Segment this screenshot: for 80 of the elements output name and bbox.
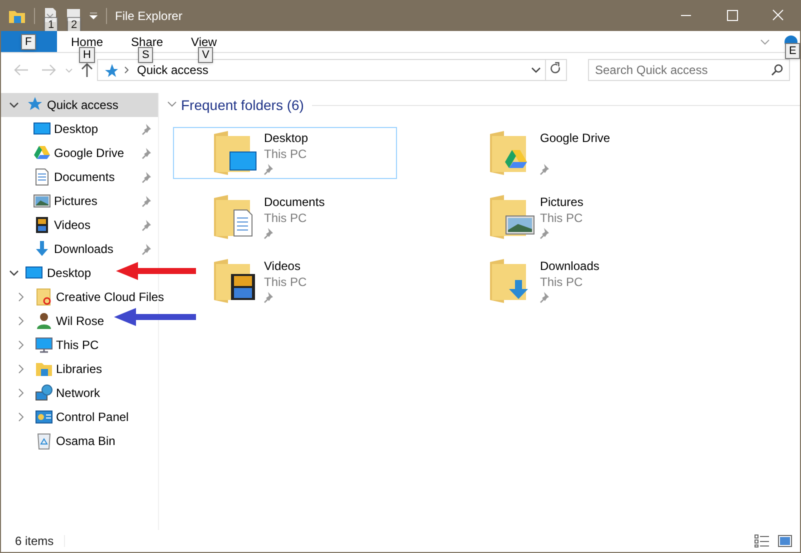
folder-tile[interactable]: Pictures This PC [449,191,673,243]
folder-name: Desktop [264,130,308,146]
folder-tile[interactable]: Desktop This PC [173,127,397,179]
computer-icon [35,336,53,354]
nav-item[interactable]: Documents [1,165,158,189]
folder-location: This PC [264,274,307,290]
folder-location: This PC [264,146,308,162]
nav-item[interactable]: Google Drive [1,141,158,165]
chevron-right-icon[interactable] [17,340,25,350]
nav-item[interactable]: Control Panel [1,405,133,429]
document-icon [33,168,51,186]
folder-location: This PC [540,274,584,290]
folder-tile[interactable]: Documents This PC [173,191,397,243]
nav-item[interactable]: Wil Rose [1,309,108,333]
breadcrumb-chevron-icon[interactable] [124,66,129,74]
control-panel-icon [35,408,53,426]
details-view-icon[interactable] [754,534,770,548]
section-title[interactable]: Frequent folders (6) [181,94,304,116]
folder-icon [35,360,53,378]
chevron-right-icon[interactable] [17,388,25,398]
file-tab[interactable]: F [1,31,57,52]
nav-item[interactable]: Videos [1,213,158,237]
large-icons-view-icon[interactable] [778,535,792,547]
chevron-right-icon[interactable] [17,364,25,374]
star-icon [104,64,118,76]
pin-icon [264,163,275,176]
pin-icon [264,227,275,240]
dropdown-icon[interactable] [531,67,541,73]
key-tip: H [79,47,95,63]
nav-item[interactable]: Libraries [1,357,106,381]
status-text: 6 items [15,533,54,550]
nav-item[interactable]: Desktop [1,117,158,141]
recycle-bin-icon [35,432,53,450]
pin-icon [540,163,551,176]
network-icon [35,384,53,402]
download-arrow-icon [33,240,51,258]
nav-item[interactable]: Osama Bin [1,429,120,453]
folder-tile[interactable]: Google Drive [449,127,673,179]
nav-item[interactable]: Desktop [1,261,96,285]
chevron-down-icon[interactable] [9,268,19,278]
search-field[interactable]: Search Quick access [588,59,790,81]
address-bar[interactable]: Quick access [97,59,546,81]
folder-name: Pictures [540,194,584,210]
folder-location: This PC [540,210,584,226]
folder-name: Downloads [540,258,600,274]
nav-item[interactable]: This PC [1,333,103,357]
chevron-right-icon[interactable] [17,412,25,422]
triangle-drive-icon [33,144,51,162]
folder-tile[interactable]: Videos This PC [173,255,397,307]
window-title: File Explorer [115,8,182,24]
nav-item[interactable]: Creative Cloud Files [1,285,168,309]
pin-icon [540,291,551,304]
folder-name: Google Drive [540,130,610,146]
person-icon [35,312,53,330]
pin-icon [540,227,551,240]
folder-icon [35,288,53,306]
key-tip: F [21,34,36,50]
refresh-icon[interactable] [546,59,567,81]
nav-item[interactable]: Pictures [1,189,158,213]
folder-name: Videos [264,258,302,274]
pin-icon [264,291,275,304]
chevron-right-icon[interactable] [17,316,25,326]
key-tip: V [198,47,214,63]
folder-tile[interactable]: Downloads This PC [449,255,673,307]
folder-name: Documents [264,194,325,210]
nav-item[interactable]: Network [1,381,104,405]
breadcrumb-item[interactable]: Quick access [137,61,208,79]
up-arrow-icon[interactable] [81,63,93,77]
key-tip: S [138,47,154,63]
chevron-icon[interactable] [760,38,770,44]
chevron-down-icon[interactable] [9,100,19,110]
chevron-right-icon[interactable] [17,292,25,302]
key-tip: E [785,42,800,58]
nav-item[interactable]: Quick access [1,93,158,117]
picture-icon [33,192,51,210]
folder-location: This PC [264,210,308,226]
nav-item[interactable]: Downloads [1,237,158,261]
search-icon [771,64,783,76]
film-icon [33,216,51,234]
folder-icon [490,194,536,240]
